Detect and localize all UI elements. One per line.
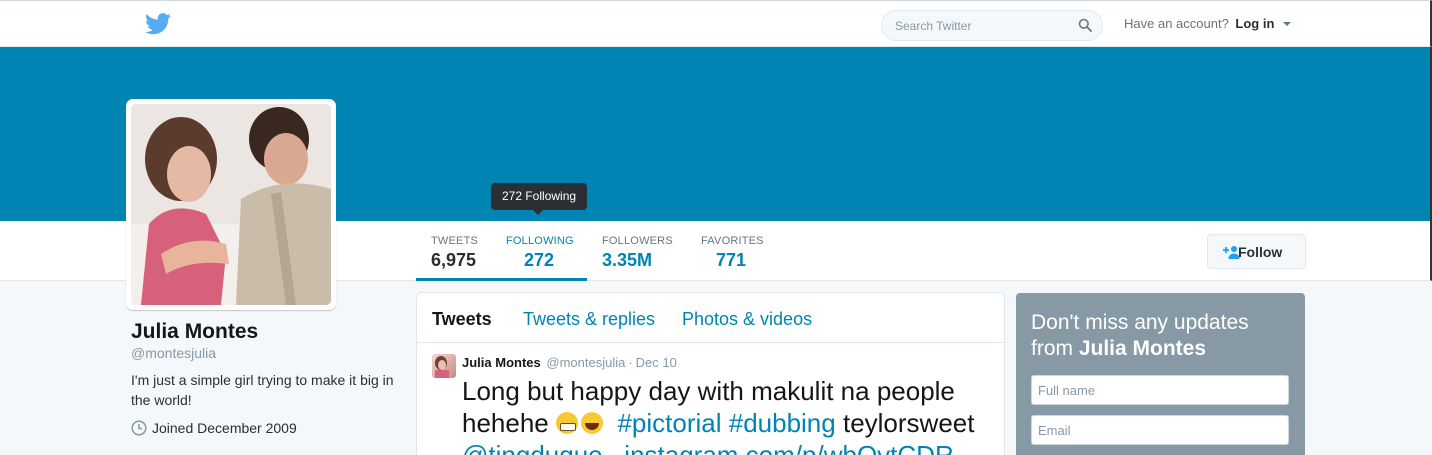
login-link[interactable]: Log in — [1235, 16, 1274, 31]
stat-label: FAVORITES — [701, 235, 764, 247]
avatar — [131, 104, 331, 305]
search-icon[interactable] — [1078, 18, 1092, 32]
follow-label: Follow — [1238, 243, 1283, 260]
tab-photos-videos[interactable]: Photos & videos — [682, 309, 812, 330]
profile-avatar[interactable] — [126, 99, 336, 310]
stat-following[interactable]: FOLLOWING 272 — [491, 221, 587, 281]
tweet-author-handle[interactable]: @montesjulia — [546, 355, 625, 370]
search-box — [881, 10, 1103, 41]
tweet-link[interactable]: instagram.com/p/wbOvtCDR- — [624, 440, 962, 455]
profile-bio: I'm just a simple girl trying to make it… — [131, 372, 394, 408]
tab-tweets[interactable]: Tweets — [432, 309, 492, 330]
avatar-photo — [131, 104, 331, 305]
account-prompt: Have an account? — [1124, 16, 1229, 31]
tweet-timestamp[interactable]: Dec 10 — [636, 355, 677, 370]
stat-label: TWEETS — [431, 235, 479, 247]
stat-label: FOLLOWERS — [602, 235, 673, 247]
stat-value: 272 — [524, 250, 555, 270]
tweet-body-mid: teylorsweet — [842, 408, 975, 438]
profile-joined: Joined December 2009 — [131, 420, 297, 436]
timeline: Tweets Tweets & replies Photos & videos … — [416, 292, 1005, 455]
tweet-mention[interactable]: @tingduque — [462, 440, 603, 455]
signup-title: Don't miss any updates from Julia Montes — [1031, 310, 1291, 362]
tweet-text: Long but happy day with makulit na peopl… — [462, 375, 997, 455]
tweet-hashtags[interactable]: #pictorial #dubbing — [617, 408, 835, 438]
stat-value: 771 — [716, 250, 747, 270]
tweet-separator: · — [628, 355, 633, 370]
timeline-tabs: Tweets Tweets & replies Photos & videos — [417, 293, 1004, 343]
profile-handle[interactable]: @montesjulia — [131, 345, 216, 361]
tab-tweets-replies[interactable]: Tweets & replies — [523, 309, 655, 330]
stat-followers[interactable]: FOLLOWERS 3.35M — [587, 221, 687, 281]
twitter-bird-icon[interactable] — [145, 13, 171, 35]
signup-title-name: Julia Montes — [1078, 337, 1207, 360]
signup-card: Don't miss any updates from Julia Montes — [1016, 293, 1305, 455]
search-input[interactable] — [882, 11, 1072, 40]
stat-value: 6,975 — [431, 250, 477, 270]
smiling-face-icon — [581, 412, 603, 434]
follow-button[interactable]: Follow — [1207, 234, 1306, 269]
top-bar: Have an account? Log in — [0, 0, 1432, 47]
stat-favorites[interactable]: FAVORITES 771 — [687, 221, 777, 281]
add-user-icon — [1223, 246, 1240, 259]
following-tooltip: 272 Following — [491, 183, 588, 215]
joined-date: Joined December 2009 — [152, 420, 297, 436]
email-field[interactable] — [1031, 415, 1289, 445]
grinning-face-icon — [556, 412, 578, 434]
stat-value: 3.35M — [602, 250, 653, 270]
stat-label: FOLLOWING — [506, 235, 574, 247]
chevron-down-icon[interactable] — [1283, 22, 1292, 26]
tweet-avatar[interactable] — [432, 354, 456, 378]
profile-name[interactable]: Julia Montes — [131, 320, 258, 344]
clock-icon — [131, 420, 147, 436]
tweet-header: Julia Montes @montesjulia · Dec 10 — [462, 355, 677, 370]
account-area: Have an account? Log in — [1124, 16, 1292, 31]
tweet-author-name[interactable]: Julia Montes — [462, 355, 541, 370]
full-name-field[interactable] — [1031, 375, 1289, 405]
stat-tweets[interactable]: TWEETS 6,975 — [416, 221, 491, 281]
